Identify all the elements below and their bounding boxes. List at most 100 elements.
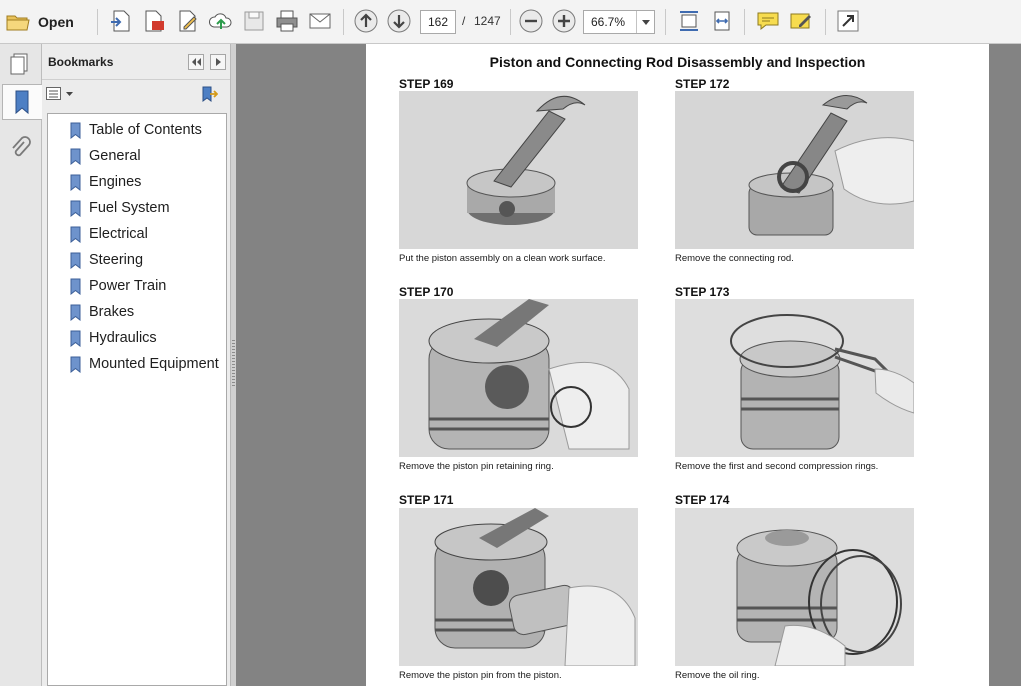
bookmark-icon (70, 148, 81, 165)
open-button[interactable]: Open (6, 8, 74, 36)
bookmark-item[interactable]: Hydraulics (48, 328, 226, 348)
minus-icon (519, 9, 543, 33)
bookmark-label: Fuel System (89, 200, 170, 216)
upload-cloud-button[interactable] (208, 8, 234, 34)
toolbar-separator (825, 9, 826, 35)
bookmark-icon (15, 90, 28, 115)
create-pdf-icon (111, 10, 130, 32)
page-thumbnails-icon (10, 53, 28, 75)
toolbar-separator (665, 9, 666, 35)
toolbar-separator (510, 9, 511, 35)
bookmark-item[interactable]: Brakes (48, 302, 226, 322)
toolbar-separator (744, 9, 745, 35)
bookmarks-panel-title: Bookmarks (48, 54, 114, 69)
page-title: Piston and Connecting Rod Disassembly an… (489, 54, 866, 70)
bookmark-item[interactable]: Fuel System (48, 198, 226, 218)
step-photo (399, 508, 638, 666)
create-pdf-button[interactable] (108, 8, 134, 34)
step-caption: Put the piston assembly on a clean work … (399, 253, 606, 264)
fit-page-button[interactable] (676, 8, 702, 34)
toolbar-separator (343, 9, 344, 35)
step-label: STEP 171 (399, 493, 454, 507)
next-page-button[interactable] (386, 8, 412, 34)
envelope-icon (309, 13, 331, 29)
fit-width-icon (714, 11, 730, 31)
pdf-document-icon (145, 10, 164, 32)
email-button[interactable] (307, 8, 333, 34)
bookmark-icon (70, 252, 81, 269)
splitter-grip[interactable] (232, 340, 235, 388)
bookmark-label: Engines (89, 174, 142, 190)
highlighter-icon (790, 13, 811, 29)
chevron-down-icon (66, 92, 73, 96)
bookmark-item[interactable]: Engines (48, 172, 226, 192)
arrow-down-icon (387, 9, 411, 33)
zoom-level-select[interactable]: 66.7% (583, 10, 655, 34)
previous-page-button[interactable] (353, 8, 379, 34)
step-photo (399, 91, 638, 249)
bookmark-export-icon (202, 86, 219, 102)
bookmark-options-menu[interactable] (46, 87, 73, 101)
comment-button[interactable] (755, 8, 781, 34)
arrow-up-icon (354, 9, 378, 33)
bookmark-icon (70, 174, 81, 191)
zoom-out-button[interactable] (518, 8, 544, 34)
bookmarks-panel-header: Bookmarks (42, 44, 230, 80)
bookmarks-panel: Bookmarks Table of Contents General Engi… (42, 44, 231, 686)
speech-bubble-icon (757, 12, 779, 31)
double-chevron-left-icon (192, 58, 201, 66)
toolbar-separator (97, 9, 98, 35)
bookmark-item[interactable]: Power Train (48, 276, 226, 296)
page-thumbnails-button[interactable] (4, 46, 36, 82)
bookmark-item[interactable]: Steering (48, 250, 226, 270)
chevron-down-icon[interactable] (636, 11, 654, 33)
save-button[interactable] (241, 8, 267, 34)
bookmarks-tab-button[interactable] (2, 84, 42, 120)
step-label: STEP 172 (675, 77, 730, 91)
plus-icon (552, 9, 576, 33)
open-label: Open (38, 14, 74, 30)
panel-options-button[interactable] (210, 54, 226, 70)
convert-pdf-button[interactable] (141, 8, 167, 34)
bookmark-label: Brakes (89, 304, 135, 320)
bookmark-item[interactable]: Mounted Equipment (48, 354, 226, 374)
bookmark-item[interactable]: Table of Contents (48, 120, 226, 140)
list-options-icon (46, 87, 61, 100)
bookmark-list: Table of Contents General Engines Fuel S… (47, 113, 227, 686)
bookmark-label: Hydraulics (89, 330, 157, 346)
fit-width-button[interactable] (709, 8, 735, 34)
bookmark-label: Electrical (89, 226, 148, 242)
document-page: Piston and Connecting Rod Disassembly an… (366, 44, 989, 686)
print-button[interactable] (274, 8, 300, 34)
bookmark-item[interactable]: Electrical (48, 224, 226, 244)
step-label: STEP 170 (399, 285, 454, 299)
step-label: STEP 174 (675, 493, 730, 507)
expand-icon (837, 10, 859, 32)
bookmark-label: Steering (89, 252, 144, 268)
document-viewport[interactable]: Piston and Connecting Rod Disassembly an… (236, 44, 1021, 686)
step-label: STEP 169 (399, 77, 454, 91)
step-caption: Remove the oil ring. (675, 670, 760, 681)
bookmark-icon (70, 278, 81, 295)
fit-page-icon (680, 11, 698, 31)
page-separator: / (462, 14, 466, 28)
edit-document-icon (179, 10, 197, 32)
step-caption: Remove the first and second compression … (675, 461, 879, 472)
step-caption: Remove the connecting rod. (675, 253, 794, 264)
bookmark-item[interactable]: General (48, 146, 226, 166)
highlight-button[interactable] (788, 8, 814, 34)
attachments-button[interactable] (4, 130, 36, 166)
full-screen-button[interactable] (835, 8, 861, 34)
edit-pdf-button[interactable] (175, 8, 201, 34)
step-label: STEP 173 (675, 285, 730, 299)
page-number-input[interactable] (420, 10, 456, 34)
expand-bookmark-button[interactable] (200, 85, 219, 108)
collapse-panel-button[interactable] (188, 54, 204, 70)
zoom-level-value: 66.7% (591, 15, 626, 29)
zoom-in-button[interactable] (551, 8, 577, 34)
print-icon (276, 10, 298, 32)
bookmark-icon (70, 356, 81, 373)
bookmark-icon (70, 200, 81, 217)
folder-icon (6, 15, 30, 31)
step-photo (675, 91, 914, 249)
